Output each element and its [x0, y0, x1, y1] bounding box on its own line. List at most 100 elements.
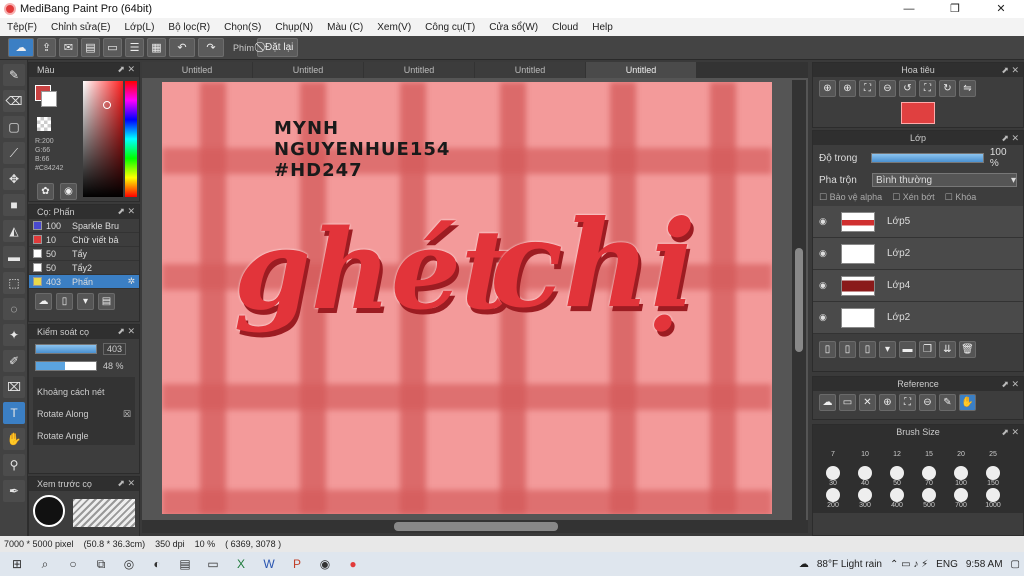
tab-untitled-2[interactable]: Untitled	[253, 62, 363, 78]
trash-icon[interactable]: 🗑	[959, 341, 976, 358]
clipping-checkbox[interactable]: ☐ Xén bớt	[892, 192, 935, 203]
panel-close-icon[interactable]: ⬈ ✕	[117, 326, 135, 337]
vertical-scroll-thumb[interactable]	[795, 248, 803, 352]
list-item[interactable]: 50 Tẩy2	[29, 261, 139, 275]
fullscreen-icon[interactable]: ⛶	[919, 80, 936, 97]
menu-help[interactable]: Help	[585, 22, 620, 33]
picker-cursor[interactable]	[103, 101, 111, 109]
brush-size-cell[interactable]: 400	[881, 487, 913, 509]
undo-button[interactable]: ↶	[169, 38, 195, 57]
transparent-swatch[interactable]	[37, 117, 51, 131]
move-tool-icon[interactable]: ✥	[3, 168, 25, 190]
fit-icon[interactable]: ⛶	[899, 394, 916, 411]
brush-tool-icon[interactable]: ✎	[3, 64, 25, 86]
select-pen-tool-icon[interactable]: ✐	[3, 350, 25, 372]
layer-row[interactable]: ◉ Lớp2	[813, 302, 1023, 334]
layer-row[interactable]: ◉ Lớp5	[813, 206, 1023, 238]
tab-untitled-5[interactable]: Untitled	[586, 62, 696, 78]
visibility-icon[interactable]: ◉	[819, 248, 831, 259]
chrome-icon[interactable]: ◉	[314, 555, 336, 573]
file-explorer-icon[interactable]: ▤	[174, 555, 196, 573]
lock-checkbox[interactable]: ☐ Khóa	[945, 192, 977, 203]
language-indicator[interactable]: ENG	[936, 559, 958, 570]
new-brush-icon[interactable]: ▯	[56, 293, 73, 310]
menu-edit[interactable]: Chỉnh sửa(E)	[44, 22, 118, 33]
copy-layer-icon[interactable]: ▯	[859, 341, 876, 358]
menu-layer[interactable]: Lớp(L)	[118, 22, 162, 33]
edge-icon[interactable]: ◐	[146, 555, 168, 573]
menu-snap[interactable]: Chụp(N)	[268, 22, 320, 33]
windows-start-icon[interactable]: ⊞	[6, 555, 28, 573]
menu-view[interactable]: Xem(V)	[370, 22, 418, 33]
zoom-in-icon[interactable]: ⊕	[879, 394, 896, 411]
brush-size-cell[interactable]: 12	[881, 443, 913, 465]
comment-icon[interactable]: ▤	[81, 38, 100, 57]
word-icon[interactable]: W	[258, 555, 280, 573]
panel-close-icon[interactable]: ⬈ ✕	[117, 206, 135, 217]
horizontal-scrollbar[interactable]	[142, 520, 808, 533]
cortana-icon[interactable]: ○	[62, 555, 84, 573]
layer-opacity-slider[interactable]	[870, 153, 984, 163]
brush-size-cell[interactable]: 70	[913, 465, 945, 487]
color-wheel-icon[interactable]: ◉	[60, 183, 77, 200]
line-tool-icon[interactable]: ⟋	[3, 142, 25, 164]
hand-icon[interactable]: ✋	[959, 394, 976, 411]
document-icon[interactable]: ▭	[103, 38, 122, 57]
hue-slider[interactable]	[125, 81, 137, 197]
app-icon[interactable]: ◎	[118, 555, 140, 573]
menu-cloud[interactable]: Cloud	[545, 22, 585, 33]
vertical-scrollbar[interactable]	[792, 80, 806, 520]
layer-row[interactable]: ◉ Lớp4	[813, 270, 1023, 302]
brush-settings-icon[interactable]: ▤	[98, 293, 115, 310]
rotate-angle-option[interactable]: Rotate Angle	[37, 425, 131, 447]
redo-button[interactable]: ↷	[198, 38, 224, 57]
eyedropper-icon[interactable]: ✎	[939, 394, 956, 411]
pen-tool-icon[interactable]: ✒	[3, 480, 25, 502]
menu-file[interactable]: Tệp(F)	[0, 22, 44, 33]
navigator-thumbnail[interactable]	[901, 102, 935, 124]
flip-icon[interactable]: ⇋	[959, 80, 976, 97]
gear-icon[interactable]: ✲	[127, 276, 135, 287]
brush-size-cell[interactable]: 30	[817, 465, 849, 487]
panel-close-icon[interactable]: ⬈ ✕	[117, 478, 135, 489]
spacing-option[interactable]: Khoảng cách nét	[37, 381, 131, 403]
palette-icon[interactable]: ✿	[37, 183, 54, 200]
layer-row[interactable]: ◉ Lớp2	[813, 238, 1023, 270]
brush-size-cell[interactable]: 20	[945, 443, 977, 465]
blend-select[interactable]: Bình thường ▾	[872, 173, 1017, 187]
saturation-picker[interactable]	[83, 81, 123, 197]
panel-close-icon[interactable]: ⬈ ✕	[1001, 425, 1019, 439]
brush-size-cell[interactable]: 40	[849, 465, 881, 487]
zoom-in-icon[interactable]: ⊕	[819, 80, 836, 97]
brush-size-cell[interactable]: 50	[881, 465, 913, 487]
excel-icon[interactable]: X	[230, 555, 252, 573]
magic-wand-tool-icon[interactable]: ✦	[3, 324, 25, 346]
brush-size-cell[interactable]: 25	[977, 443, 1009, 465]
rotate-along-checkbox[interactable]: ☒	[123, 403, 131, 425]
tab-untitled-3[interactable]: Untitled	[364, 62, 474, 78]
monitor-icon[interactable]: ▭	[202, 555, 224, 573]
list-item[interactable]: 100 Sparkle Bru	[29, 219, 139, 233]
brush-size-slider[interactable]	[35, 344, 97, 354]
drawing-canvas[interactable]: MYNH NGUYENHUE154 #HD247 ghét chị	[162, 82, 772, 514]
fill-rect-tool-icon[interactable]: ■	[3, 194, 25, 216]
minimize-button[interactable]: —	[886, 0, 932, 18]
merge-icon[interactable]: ⇊	[939, 341, 956, 358]
add-brush-icon[interactable]: ☁	[35, 293, 52, 310]
gradient-tool-icon[interactable]: ▬	[3, 246, 25, 268]
select-eraser-tool-icon[interactable]: ⌧	[3, 376, 25, 398]
brush-size-cell[interactable]: 10	[849, 443, 881, 465]
maximize-button[interactable]: ❐	[932, 0, 978, 18]
brush-size-cell[interactable]: 15	[913, 443, 945, 465]
rotate-right-icon[interactable]: ↻	[939, 80, 956, 97]
duplicate-icon[interactable]: ❐	[919, 341, 936, 358]
horizontal-scroll-thumb[interactable]	[394, 522, 558, 531]
notification-icon[interactable]: ▢	[1011, 559, 1020, 570]
folder-open-icon[interactable]: ▭	[839, 394, 856, 411]
list-item[interactable]: 50 Tẩy	[29, 247, 139, 261]
panel-close-icon[interactable]: ⬈ ✕	[1001, 63, 1019, 77]
chat-icon[interactable]: ✉	[59, 38, 78, 57]
new-layer-icon[interactable]: ▯	[819, 341, 836, 358]
text-tool-icon[interactable]: T	[3, 402, 25, 424]
brush-menu-icon[interactable]: ▾	[77, 293, 94, 310]
